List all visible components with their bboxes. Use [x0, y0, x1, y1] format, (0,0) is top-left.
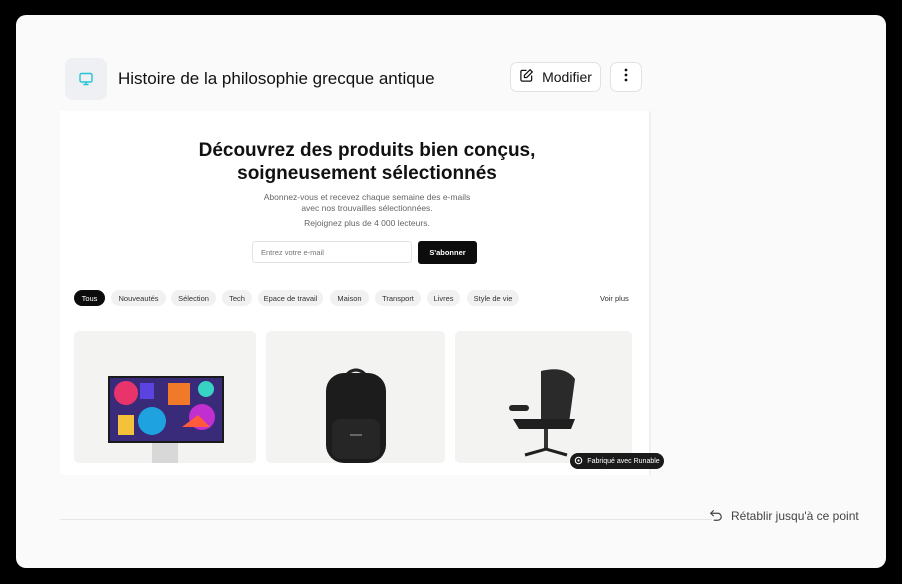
restore-label: Rétablir jusqu'à ce point [731, 509, 859, 523]
modify-button[interactable]: Modifier [510, 62, 601, 92]
product-card-monitor[interactable] [74, 331, 256, 463]
see-more-link[interactable]: Voir plus [600, 294, 629, 303]
hero-title-line-2: soigneusement sélectionnés [237, 163, 497, 184]
filter-chip-espace-de-travail[interactable]: Epace de travail [258, 290, 323, 306]
chair-product-image [509, 369, 575, 457]
hero-title: Découvrez des produits bien conçus, soig… [60, 139, 650, 185]
undo-icon [709, 508, 723, 525]
filter-chip-tech[interactable]: Tech [222, 290, 252, 306]
page-title: Histoire de la philosophie grecque antiq… [118, 69, 435, 88]
backpack-product-image [326, 368, 386, 463]
more-vertical-icon [624, 68, 628, 87]
email-field[interactable] [252, 241, 412, 263]
hero-subtitle-line-2: avec nos trouvailles sélectionnées. [301, 203, 433, 213]
website-preview: Découvrez des produits bien conçus, soig… [60, 111, 650, 475]
runable-badge-label: Fabriqué avec Runable [587, 457, 660, 465]
hero-subtitle-line-1: Abonnez-vous et recevez chaque semaine d… [263, 192, 471, 202]
filter-chip-transport[interactable]: Transport [375, 290, 421, 306]
modify-label: Modifier [542, 69, 592, 85]
preview-edge [649, 111, 651, 475]
filter-chip-maison[interactable]: Maison [330, 290, 369, 306]
header: Histoire de la philosophie grecque antiq… [65, 58, 643, 100]
more-options-button[interactable] [610, 62, 642, 92]
filter-chip-livres[interactable]: Livres [427, 290, 460, 306]
divider [60, 519, 712, 520]
app-window: Histoire de la philosophie grecque antiq… [16, 15, 886, 568]
runable-badge[interactable]: Fabriqué avec Runable [570, 453, 664, 469]
monitor-icon [65, 58, 107, 100]
edit-icon [519, 68, 534, 86]
hero-subtitle: Abonnez-vous et recevez chaque semaine d… [60, 192, 650, 214]
hero-title-line-1: Découvrez des produits bien conçus, [198, 140, 536, 161]
product-card-backpack[interactable] [266, 331, 445, 463]
readers-count: Rejoignez plus de 4 000 lecteurs. [304, 218, 430, 228]
product-card-chair[interactable] [455, 331, 632, 463]
filter-chip-tous[interactable]: Tous [74, 290, 105, 306]
sparkle-icon [574, 456, 583, 467]
monitor-product-image [108, 376, 224, 463]
filter-chip-selection[interactable]: Sélection [171, 290, 216, 306]
filter-chip-nouveautes[interactable]: Nouveautés [111, 290, 166, 306]
filter-chip-style-de-vie[interactable]: Style de vie [467, 290, 519, 306]
subscribe-button[interactable]: S'abonner [418, 241, 477, 264]
restore-checkpoint-button[interactable]: Rétablir jusqu'à ce point [709, 508, 859, 524]
